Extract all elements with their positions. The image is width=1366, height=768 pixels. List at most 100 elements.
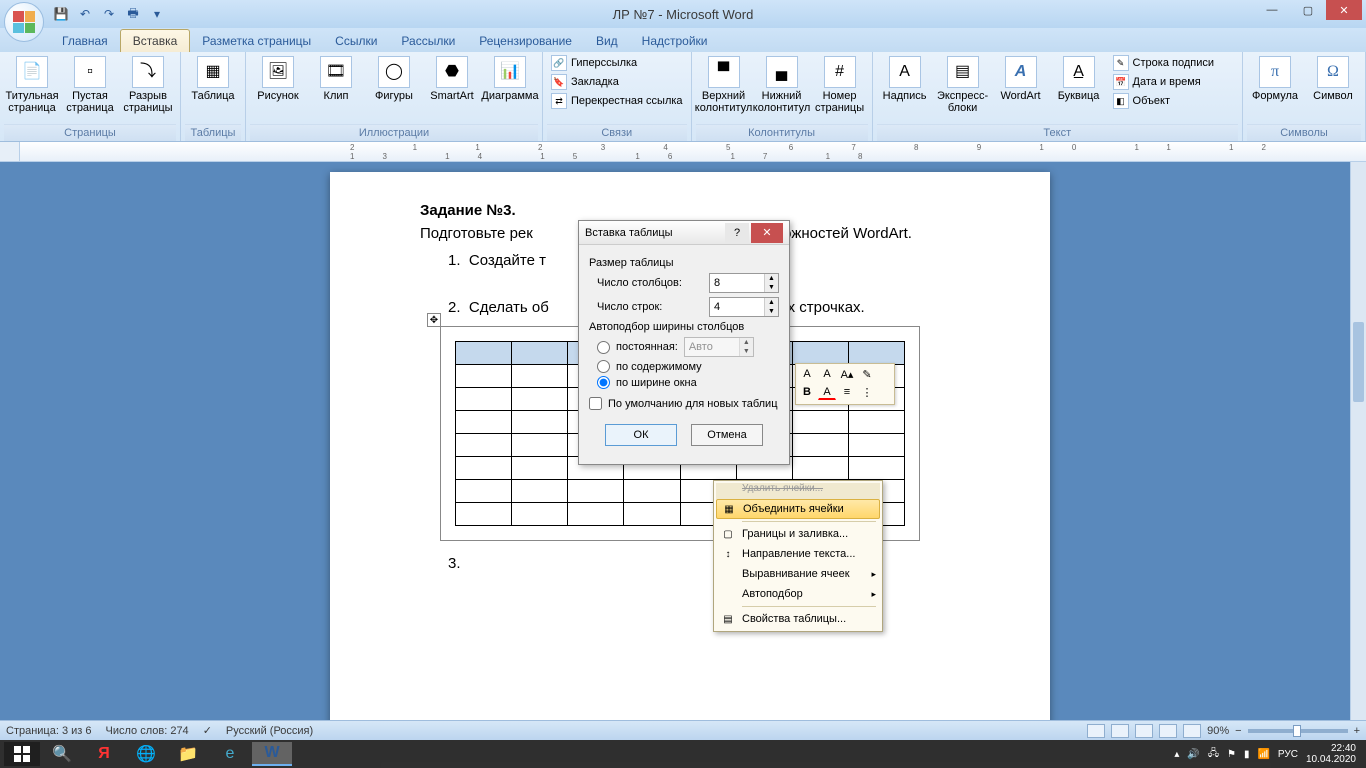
spinner-down-icon[interactable]: ▼ xyxy=(765,283,778,292)
rows-input[interactable] xyxy=(710,298,764,316)
tab-home[interactable]: Главная xyxy=(50,30,120,52)
status-language[interactable]: Русский (Россия) xyxy=(226,725,313,737)
task-ie[interactable]: e xyxy=(210,742,250,766)
mini-color-icon[interactable]: A xyxy=(818,384,836,400)
crossref-button[interactable]: ⇄Перекрестная ссылка xyxy=(547,92,687,110)
undo-icon[interactable]: ↶ xyxy=(76,5,94,23)
view-print-icon[interactable] xyxy=(1087,724,1105,738)
minimize-button[interactable]: — xyxy=(1254,0,1290,20)
zoom-slider[interactable] xyxy=(1248,729,1348,733)
picture-button[interactable]: 🖼Рисунок xyxy=(250,54,306,104)
radio-window[interactable] xyxy=(597,376,610,389)
tray-clock[interactable]: 22:4010.04.2020 xyxy=(1306,743,1356,765)
mini-grow-icon[interactable]: A▴ xyxy=(838,366,856,382)
tab-review[interactable]: Рецензирование xyxy=(467,30,584,52)
blank-page-button[interactable]: ▫Пустая страница xyxy=(62,54,118,116)
bookmark-button[interactable]: 🔖Закладка xyxy=(547,73,687,91)
formula-button[interactable]: πФормула xyxy=(1247,54,1303,104)
ruler-horizontal[interactable]: 2 1 1 2 3 4 5 6 7 8 9 10 11 12 13 14 15 … xyxy=(0,142,1366,162)
mini-align-icon[interactable]: ≡ xyxy=(838,384,856,400)
view-outline-icon[interactable] xyxy=(1159,724,1177,738)
status-words[interactable]: Число слов: 274 xyxy=(106,725,189,737)
ctx-autofit[interactable]: Автоподбор▸ xyxy=(716,584,880,604)
ok-button[interactable]: ОК xyxy=(605,424,677,446)
ctx-text-direction[interactable]: ↕Направление текста... xyxy=(716,544,880,564)
ctx-borders[interactable]: ▢Границы и заливка... xyxy=(716,524,880,544)
mini-font-icon[interactable]: A xyxy=(798,366,816,382)
maximize-button[interactable]: ▢ xyxy=(1290,0,1326,20)
tray-lang[interactable]: РУС xyxy=(1278,749,1298,760)
dialog-titlebar[interactable]: Вставка таблицы ? ✕ xyxy=(579,221,789,245)
tray-up-icon[interactable]: ▴ xyxy=(1174,749,1179,760)
tab-view[interactable]: Вид xyxy=(584,30,630,52)
ctx-cell-align[interactable]: Выравнивание ячеек▸ xyxy=(716,564,880,584)
smartart-button[interactable]: ⬣SmartArt xyxy=(424,54,480,104)
task-chrome[interactable]: 🌐 xyxy=(126,742,166,766)
tab-insert[interactable]: Вставка xyxy=(120,29,191,52)
task-search[interactable]: 🔍 xyxy=(42,742,82,766)
spinner-down-icon[interactable]: ▼ xyxy=(765,307,778,316)
status-page[interactable]: Страница: 3 из 6 xyxy=(6,725,92,737)
remember-checkbox[interactable] xyxy=(589,397,602,410)
tab-addins[interactable]: Надстройки xyxy=(630,30,720,52)
table-move-handle[interactable]: ✥ xyxy=(427,313,441,327)
dialog-help-button[interactable]: ? xyxy=(725,223,749,243)
textbox-button[interactable]: AНадпись xyxy=(877,54,933,104)
tray-wifi-icon[interactable]: 📶 xyxy=(1257,749,1269,760)
start-button[interactable] xyxy=(4,742,40,766)
print-icon[interactable]: 🖶 xyxy=(124,5,142,23)
cancel-button[interactable]: Отмена xyxy=(691,424,763,446)
quickparts-button[interactable]: ▤Экспресс-блоки xyxy=(935,54,991,116)
cols-spinner[interactable]: ▲▼ xyxy=(709,273,779,293)
ctx-merge-cells[interactable]: ▦Объединить ячейки xyxy=(716,499,880,519)
zoom-in-button[interactable]: + xyxy=(1354,725,1360,737)
cols-input[interactable] xyxy=(710,274,764,292)
task-yandex[interactable]: Я xyxy=(84,742,124,766)
tab-mailings[interactable]: Рассылки xyxy=(389,30,467,52)
rows-spinner[interactable]: ▲▼ xyxy=(709,297,779,317)
tray-action-icon[interactable]: ⚑ xyxy=(1227,749,1236,760)
ctx-delete-cells[interactable]: Удалить ячейки... xyxy=(716,483,880,499)
cover-page-button[interactable]: 📄Титульная страница xyxy=(4,54,60,116)
mini-brush-icon[interactable]: ✎ xyxy=(858,366,876,382)
office-button[interactable] xyxy=(4,2,44,42)
zoom-out-button[interactable]: − xyxy=(1235,725,1241,737)
zoom-value[interactable]: 90% xyxy=(1207,725,1229,737)
tray-volume-icon[interactable]: 🔊 xyxy=(1187,749,1199,760)
symbol-button[interactable]: ΩСимвол xyxy=(1305,54,1361,104)
task-word[interactable]: W xyxy=(252,742,292,766)
mini-fontsize-icon[interactable]: A xyxy=(818,366,836,382)
tab-pagelayout[interactable]: Разметка страницы xyxy=(190,30,323,52)
dropcap-button[interactable]: A̲Буквица xyxy=(1051,54,1107,104)
mini-bullets-icon[interactable]: ⋮ xyxy=(858,384,876,400)
mini-bold-icon[interactable]: B xyxy=(798,384,816,400)
dialog-close-button[interactable]: ✕ xyxy=(751,223,783,243)
view-draft-icon[interactable] xyxy=(1183,724,1201,738)
footer-button[interactable]: ▄Нижний колонтитул xyxy=(754,54,810,116)
close-button[interactable]: ✕ xyxy=(1326,0,1362,20)
tray-network-icon[interactable]: 🖧 xyxy=(1208,746,1219,763)
table-button[interactable]: ▦Таблица xyxy=(185,54,241,104)
status-spellcheck-icon[interactable]: ✓ xyxy=(203,724,212,737)
task-explorer[interactable]: 📁 xyxy=(168,742,208,766)
chart-button[interactable]: 📊Диаграмма xyxy=(482,54,538,104)
view-web-icon[interactable] xyxy=(1135,724,1153,738)
redo-icon[interactable]: ↷ xyxy=(100,5,118,23)
hyperlink-button[interactable]: 🔗Гиперссылка xyxy=(547,54,687,72)
shapes-button[interactable]: ◯Фигуры xyxy=(366,54,422,104)
pagenum-button[interactable]: #Номер страницы xyxy=(812,54,868,116)
spinner-up-icon[interactable]: ▲ xyxy=(765,298,778,307)
header-button[interactable]: ▀Верхний колонтитул xyxy=(696,54,752,116)
tab-references[interactable]: Ссылки xyxy=(323,30,389,52)
clip-button[interactable]: 🎞Клип xyxy=(308,54,364,104)
signature-button[interactable]: ✎Строка подписи xyxy=(1109,54,1218,72)
radio-fixed[interactable] xyxy=(597,341,610,354)
view-read-icon[interactable] xyxy=(1111,724,1129,738)
spinner-up-icon[interactable]: ▲ xyxy=(765,274,778,283)
radio-content[interactable] xyxy=(597,360,610,373)
wordart-button[interactable]: AWordArt xyxy=(993,54,1049,104)
tray-battery-icon[interactable]: ▮ xyxy=(1244,749,1250,760)
object-button[interactable]: ◧Объект xyxy=(1109,92,1218,110)
save-icon[interactable]: 💾 xyxy=(52,5,70,23)
zoom-thumb[interactable] xyxy=(1293,725,1301,737)
